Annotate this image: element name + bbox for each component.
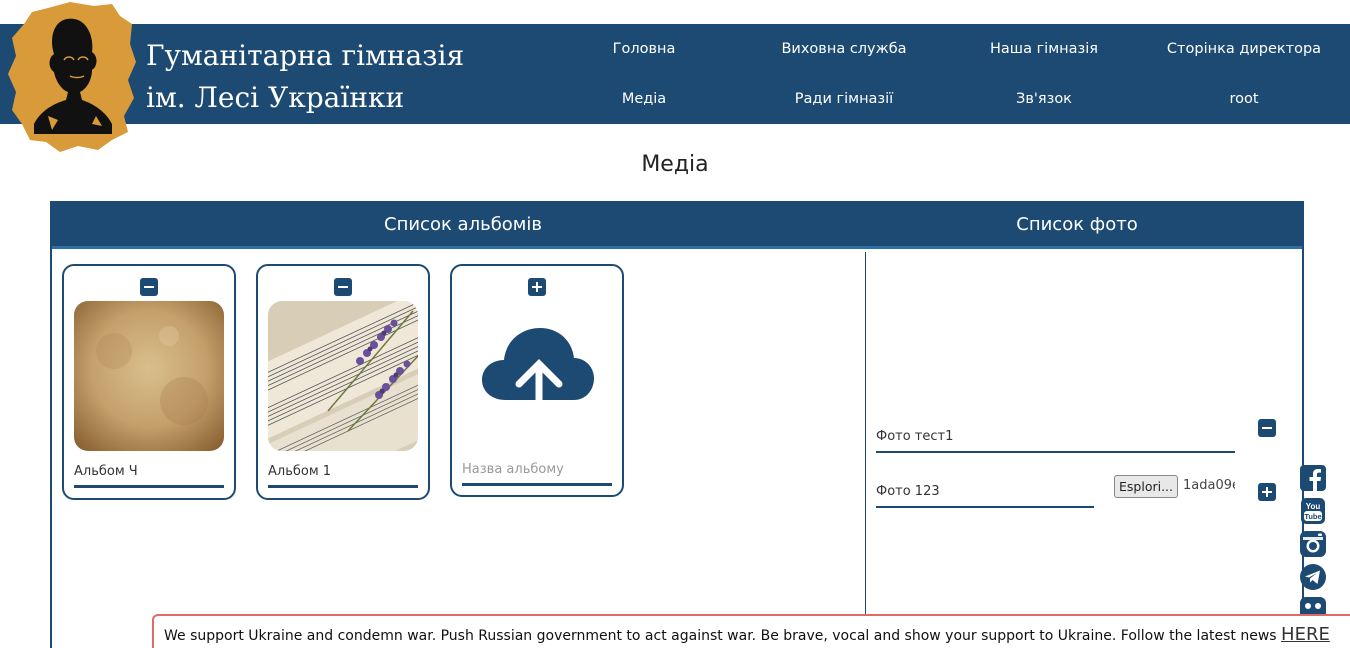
selected-file-name: 1ada09e: [1183, 478, 1235, 493]
photo-name[interactable]: Фото тест1: [876, 429, 953, 444]
facebook-icon[interactable]: [1299, 464, 1327, 492]
nav-item-councils[interactable]: Ради гімназії: [795, 91, 893, 107]
remove-photo-button[interactable]: [1258, 419, 1276, 437]
albums-heading: Список альбомів: [384, 214, 542, 235]
add-album-button[interactable]: [528, 278, 546, 296]
photos-heading: Список фото: [1016, 214, 1138, 235]
album-name: Альбом Ч: [74, 464, 138, 479]
youtube-icon[interactable]: You Tube: [1299, 497, 1327, 525]
media-panel: Список альбомів Список фото Альбом Ч Аль…: [50, 201, 1304, 648]
album-cover-image[interactable]: [74, 301, 224, 451]
svg-text:You: You: [1306, 502, 1321, 511]
album-name-input[interactable]: [462, 462, 612, 486]
add-photo-button[interactable]: [1258, 483, 1276, 501]
nav-item-contact[interactable]: Зв'язок: [1016, 91, 1072, 107]
album-name-underline: [74, 485, 224, 488]
album-name: Альбом 1: [268, 464, 332, 479]
new-album-card[interactable]: [450, 264, 624, 497]
instagram-icon[interactable]: [1299, 530, 1327, 558]
banner-text: We support Ukraine and condemn war. Push…: [164, 628, 1277, 644]
site-title[interactable]: Гуманітарна гімназія ім. Лесі Українки: [146, 35, 464, 119]
page-title: Медіа: [641, 152, 709, 177]
album-card[interactable]: Альбом Ч: [62, 264, 236, 500]
nav-item-director-page[interactable]: Сторінка директора: [1167, 41, 1321, 57]
ukraine-support-banner: We support Ukraine and condemn war. Push…: [152, 614, 1350, 648]
site-title-line2: ім. Лесі Українки: [146, 81, 405, 114]
svg-text:Tube: Tube: [1304, 512, 1321, 521]
photo-name-underline: [876, 451, 1235, 453]
nav-item-education-service[interactable]: Виховна служба: [781, 41, 906, 57]
nav-item-our-gymnasium[interactable]: Наша гімназія: [990, 41, 1098, 57]
nav-item-media[interactable]: Медіа: [622, 91, 666, 107]
album-name-underline: [268, 485, 418, 488]
album-cover-image[interactable]: [268, 301, 418, 451]
file-browse-button[interactable]: Esplori...: [1114, 475, 1178, 498]
site-title-line1: Гуманітарна гімназія: [146, 39, 465, 72]
cloud-upload-icon[interactable]: [480, 318, 596, 434]
panel-header: Список альбомів Список фото: [52, 203, 1302, 249]
remove-album-button[interactable]: [140, 278, 158, 296]
nav-item-home[interactable]: Головна: [613, 41, 676, 57]
album-card[interactable]: Альбом 1: [256, 264, 430, 500]
banner-news-link[interactable]: HERE: [1281, 624, 1330, 645]
telegram-icon[interactable]: [1299, 563, 1327, 591]
remove-album-button[interactable]: [334, 278, 352, 296]
new-photo-name-input[interactable]: Фото 123: [876, 484, 940, 499]
nav-item-root[interactable]: root: [1229, 91, 1258, 107]
school-logo[interactable]: [8, 0, 136, 152]
new-photo-underline: [876, 506, 1094, 508]
panel-divider: [865, 252, 866, 648]
